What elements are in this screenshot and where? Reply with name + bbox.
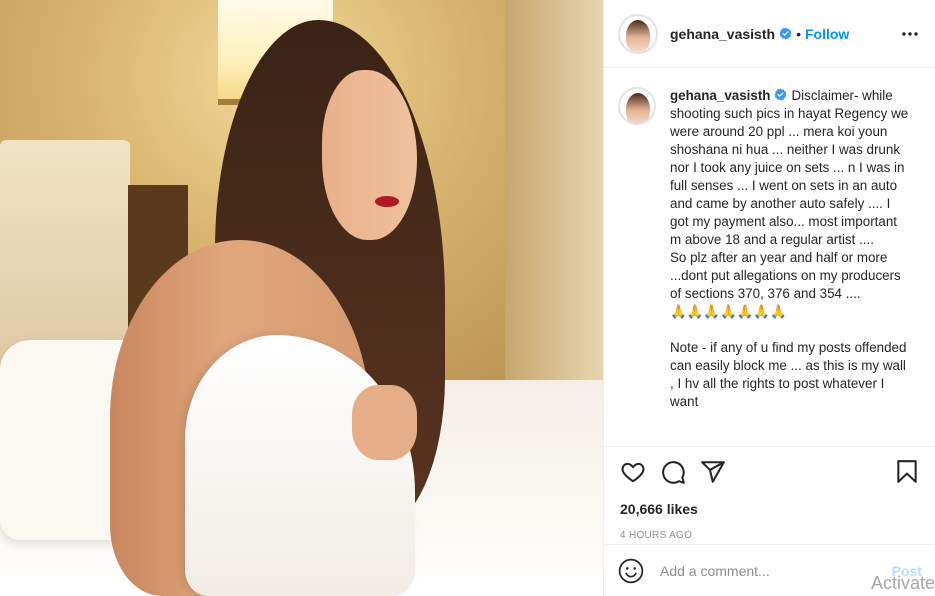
comment-icon[interactable] xyxy=(660,459,686,485)
follow-button[interactable]: Follow xyxy=(805,26,849,42)
post-side-panel: gehana_vasisth • Follow gehana_vasisth Di… xyxy=(603,0,935,596)
instagram-post: gehana_vasisth • Follow gehana_vasisth Di… xyxy=(0,0,935,596)
post-photo[interactable] xyxy=(0,0,603,596)
avatar[interactable] xyxy=(618,13,658,54)
paper-plane-icon[interactable] xyxy=(700,459,726,485)
heart-icon[interactable] xyxy=(620,459,646,485)
header-username[interactable]: gehana_vasisth xyxy=(670,26,775,42)
likes-count[interactable]: 20,666 likes xyxy=(620,501,920,517)
caption: gehana_vasisth Disclaimer- while shooting… xyxy=(670,87,910,411)
photo-hand xyxy=(352,385,417,460)
header-separator: • xyxy=(796,25,801,42)
comments-area[interactable]: gehana_vasisth Disclaimer- while shooting… xyxy=(604,69,935,446)
post-timestamp[interactable]: 4 HOURS AGO xyxy=(620,530,920,541)
more-options-icon[interactable] xyxy=(898,22,922,46)
photo-lips xyxy=(375,196,399,207)
caption-avatar[interactable] xyxy=(618,87,656,125)
bookmark-icon[interactable] xyxy=(894,459,920,485)
verified-badge-icon xyxy=(779,27,792,40)
emoji-icon[interactable] xyxy=(618,558,644,584)
caption-username[interactable]: gehana_vasisth xyxy=(670,88,770,103)
caption-row: gehana_vasisth Disclaimer- while shooting… xyxy=(618,87,922,411)
activate-watermark: Activate xyxy=(870,573,935,593)
caption-text: Disclaimer- while shooting such pics in … xyxy=(670,88,909,409)
action-icons xyxy=(620,459,920,485)
comment-input[interactable] xyxy=(660,562,860,579)
verified-badge-icon xyxy=(775,88,787,101)
post-header: gehana_vasisth • Follow xyxy=(604,0,935,68)
